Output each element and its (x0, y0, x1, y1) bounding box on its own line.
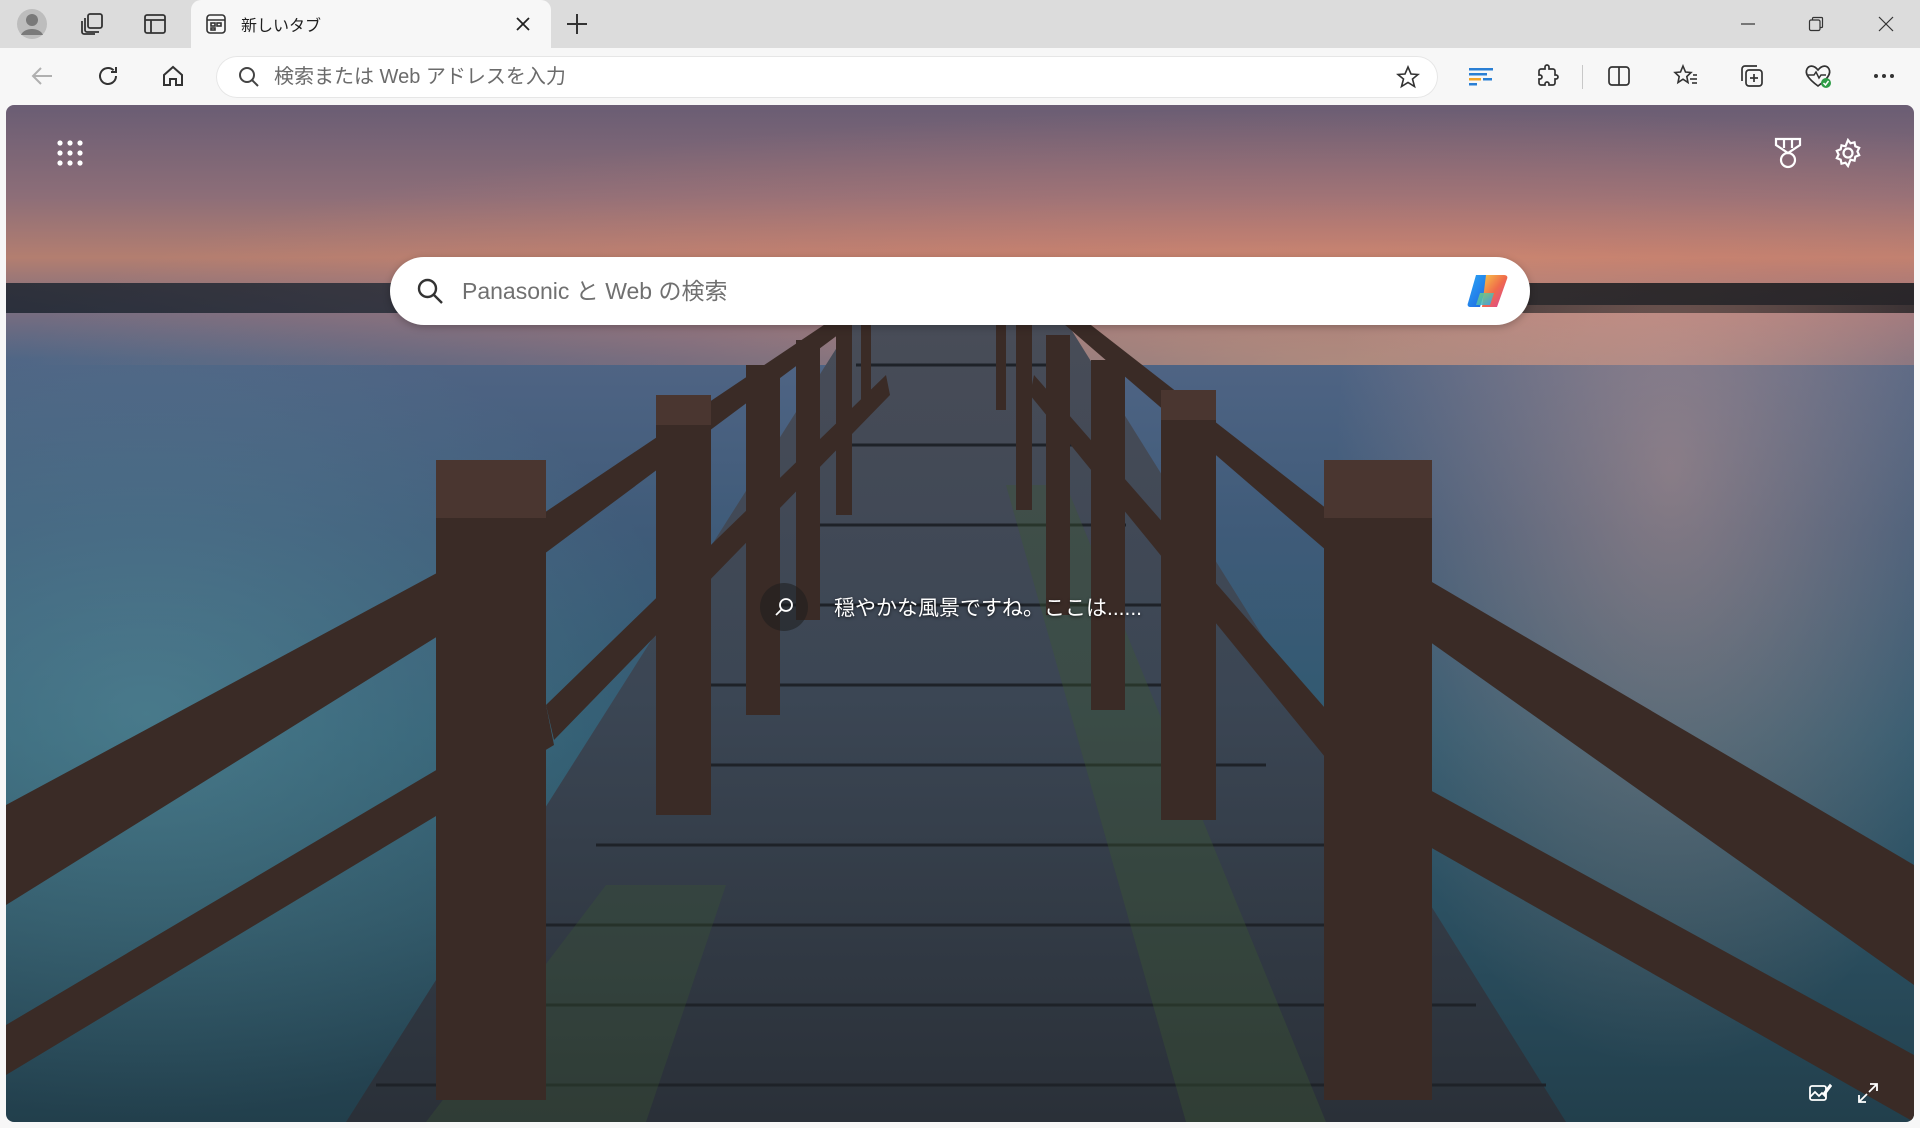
customize-background-button[interactable] (1802, 1075, 1838, 1111)
expand-icon (1857, 1082, 1879, 1104)
refresh-button[interactable] (86, 54, 130, 98)
image-caption-text[interactable]: 穏やかな風景ですね。ここは...... (834, 592, 1142, 622)
profile-avatar-icon (16, 8, 48, 40)
app-launcher-icon (56, 139, 84, 167)
address-bar[interactable] (216, 56, 1438, 98)
puzzle-icon (1536, 64, 1560, 88)
visual-search-button[interactable] (760, 583, 808, 631)
image-caption[interactable]: 穏やかな風景ですね。ここは...... (760, 582, 1142, 632)
refresh-icon (96, 64, 120, 88)
fullscreen-button[interactable] (1850, 1075, 1886, 1111)
newtab-favicon-icon (205, 13, 227, 35)
ellipsis-icon (1872, 64, 1896, 88)
close-window-button[interactable] (1852, 0, 1920, 48)
trophy-icon (1773, 137, 1803, 169)
settings-button[interactable] (1826, 131, 1870, 175)
minimize-icon (1740, 16, 1756, 32)
tab-actions-button[interactable] (131, 0, 179, 48)
collections-icon (1739, 63, 1765, 89)
browser-toolbar (0, 48, 1920, 104)
heart-pulse-icon (1804, 63, 1832, 89)
web-search-input[interactable] (462, 277, 1422, 305)
search-icon (416, 277, 444, 305)
app-launcher-button[interactable] (48, 131, 92, 175)
split-screen-button[interactable] (1597, 54, 1641, 98)
search-icon (238, 66, 260, 88)
minimize-button[interactable] (1714, 0, 1782, 48)
newtab-page: 穏やかな風景ですね。ここは...... (6, 105, 1914, 1122)
favorites-icon (1673, 64, 1699, 88)
title-bar: 新しいタブ (0, 0, 1920, 48)
toolbar-divider (1582, 65, 1583, 89)
new-tab-button[interactable] (553, 0, 601, 48)
rewards-button[interactable] (1766, 131, 1810, 175)
home-button[interactable] (151, 54, 195, 98)
restore-button[interactable] (1782, 0, 1850, 48)
back-button[interactable] (20, 54, 64, 98)
copilot-button[interactable] (1466, 269, 1510, 313)
tab-actions-icon (143, 12, 167, 36)
more-button[interactable] (1862, 54, 1906, 98)
copilot-icon (1466, 271, 1510, 311)
plus-icon (566, 13, 588, 35)
web-search-box[interactable] (390, 257, 1530, 325)
restore-icon (1808, 16, 1824, 32)
search-icon (774, 597, 794, 617)
workspaces-button[interactable] (68, 0, 116, 48)
favorites-button[interactable] (1664, 54, 1708, 98)
address-input[interactable] (274, 65, 1324, 89)
read-aloud-icon (1468, 64, 1494, 88)
arrow-left-icon (30, 64, 54, 88)
collections-button[interactable] (1730, 54, 1774, 98)
close-icon[interactable] (509, 10, 537, 38)
extensions-button[interactable] (1526, 54, 1570, 98)
split-screen-icon (1607, 64, 1631, 88)
home-icon (161, 64, 185, 88)
workspaces-icon (79, 11, 105, 37)
close-window-icon (1878, 16, 1894, 32)
profile-button[interactable] (8, 0, 56, 48)
gear-icon (1833, 138, 1863, 168)
read-aloud-button[interactable] (1459, 54, 1503, 98)
tab-newtab[interactable]: 新しいタブ (191, 0, 551, 48)
edit-background-icon (1808, 1081, 1832, 1105)
star-icon[interactable] (1396, 65, 1420, 89)
tab-title: 新しいタブ (241, 18, 322, 35)
browser-essentials-button[interactable] (1796, 54, 1840, 98)
